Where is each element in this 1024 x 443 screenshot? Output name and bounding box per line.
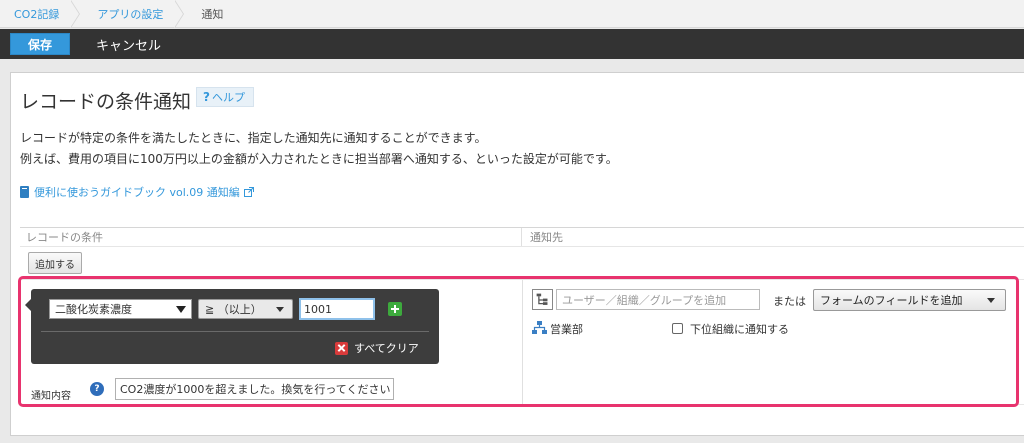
include-sub-org-label[interactable]: 下位組織に通知する bbox=[690, 321, 789, 337]
breadcrumb-separator bbox=[174, 0, 187, 28]
chevron-down-icon bbox=[276, 307, 284, 312]
help-button[interactable]: ? ヘルプ bbox=[196, 87, 254, 107]
condition-field-value: 二酸化炭素濃度 bbox=[55, 303, 132, 316]
description-line-2: 例えば、費用の項目に100万円以上の金額が入力されたときに担当部署へ通知する、と… bbox=[20, 152, 618, 166]
add-condition-plus-icon[interactable] bbox=[388, 302, 402, 316]
help-icon: ? bbox=[203, 90, 210, 104]
save-button[interactable]: 保存 bbox=[10, 33, 70, 55]
add-form-field-label: フォームのフィールドを追加 bbox=[820, 294, 963, 307]
book-icon bbox=[20, 186, 29, 198]
description-line-1: レコードが特定の条件を満たしたときに、指定した通知先に通知することができます。 bbox=[20, 131, 487, 145]
condition-box: 二酸化炭素濃度 ≧ （以上） 1001 すべてクリア bbox=[25, 289, 439, 364]
column-header-notify: 通知先 bbox=[530, 231, 563, 244]
message-help-icon[interactable]: ? bbox=[90, 382, 104, 396]
organization-icon bbox=[532, 321, 547, 334]
column-header-condition: レコードの条件 bbox=[20, 228, 522, 246]
table-row: 二酸化炭素濃度 ≧ （以上） 1001 すべてクリア 通知内容 ? CO2濃度が… bbox=[20, 279, 1024, 406]
table-header: レコードの条件 通知先 bbox=[20, 227, 1024, 247]
breadcrumb-separator bbox=[70, 0, 83, 28]
org-tree-icon[interactable] bbox=[532, 289, 553, 310]
breadcrumb-app-settings[interactable]: アプリの設定 bbox=[83, 0, 177, 28]
user-search-input[interactable]: ユーザー／組織／グループを追加 bbox=[556, 289, 760, 310]
include-sub-org-checkbox[interactable] bbox=[672, 323, 683, 334]
breadcrumb: CO2記録 アプリの設定 通知 bbox=[0, 0, 1024, 28]
condition-divider bbox=[41, 331, 429, 332]
close-icon bbox=[335, 341, 348, 355]
notify-department: 営業部 bbox=[550, 323, 583, 336]
settings-panel: レコードの条件通知 ? ヘルプ レコードが特定の条件を満たしたときに、指定した通… bbox=[10, 72, 1024, 436]
condition-field-select[interactable]: 二酸化炭素濃度 bbox=[49, 299, 192, 319]
condition-value-input[interactable]: 1001 bbox=[299, 298, 375, 320]
breadcrumb-current: 通知 bbox=[201, 7, 224, 21]
help-label: ヘルプ bbox=[211, 91, 245, 104]
external-link-icon bbox=[243, 187, 254, 197]
message-label: 通知内容 bbox=[31, 391, 71, 402]
condition-operator-select[interactable]: ≧ （以上） bbox=[198, 299, 293, 319]
breadcrumb-app[interactable]: CO2記録 bbox=[0, 0, 73, 28]
guidebook-link[interactable]: 便利に使おうガイドブック vol.09 通知編 bbox=[20, 184, 254, 200]
cancel-button[interactable]: キャンセル bbox=[96, 35, 161, 54]
chevron-down-icon bbox=[176, 306, 186, 313]
page-title: レコードの条件通知 bbox=[20, 91, 192, 113]
clear-all-button[interactable]: すべてクリア bbox=[335, 340, 419, 356]
message-input[interactable]: CO2濃度が1000を超えました。換気を行ってください bbox=[115, 378, 394, 400]
or-label: または bbox=[773, 295, 806, 308]
add-condition-button[interactable]: 追加する bbox=[28, 252, 82, 274]
chevron-down-icon bbox=[987, 298, 995, 303]
condition-operator-value: ≧ （以上） bbox=[205, 303, 262, 316]
guidebook-link-label: 便利に使おうガイドブック vol.09 通知編 bbox=[34, 186, 240, 199]
column-divider bbox=[522, 280, 523, 406]
clear-all-label: すべてクリア bbox=[354, 342, 419, 355]
add-form-field-button[interactable]: フォームのフィールドを追加 bbox=[813, 289, 1006, 311]
toolbar: 保存 キャンセル bbox=[0, 29, 1024, 59]
